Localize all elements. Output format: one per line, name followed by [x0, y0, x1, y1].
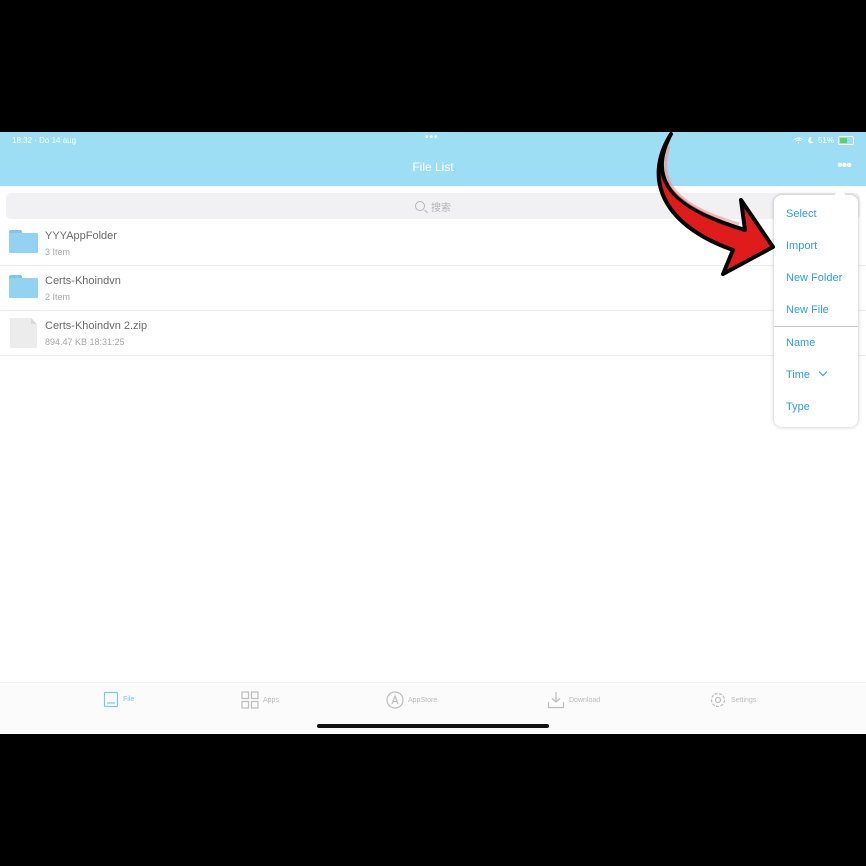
- appstore-icon: [386, 691, 404, 709]
- sort-by-name[interactable]: Name: [786, 337, 815, 349]
- chevron-down-icon: [818, 367, 828, 377]
- battery-icon: [838, 136, 854, 145]
- menu-item-new-folder[interactable]: New Folder: [786, 272, 842, 284]
- menu-item-import[interactable]: Import: [786, 240, 817, 252]
- item-meta: 3 Item: [45, 247, 71, 257]
- status-time: 18:32 · Do 14 aug: [12, 136, 77, 145]
- file-icon: [10, 318, 37, 348]
- item-name: Certs-Khoindvn 2.zip: [45, 320, 148, 332]
- more-options-button[interactable]: •••: [837, 158, 852, 174]
- gear-icon: [710, 692, 726, 708]
- search-placeholder: 搜索: [431, 202, 451, 214]
- tab-apps[interactable]: Apps: [241, 691, 279, 709]
- tab-label: File: [123, 696, 135, 703]
- search-icon: [415, 201, 425, 211]
- menu-divider: [774, 326, 858, 327]
- item-meta: 2 Item: [45, 292, 71, 302]
- item-name: YYYAppFolder: [45, 230, 117, 242]
- options-menu: Select Import New Folder New File Name T…: [774, 189, 858, 427]
- list-item[interactable]: Certs-Khoindvn 2.zip 894.47 KB 18:31:25: [0, 310, 866, 356]
- tab-label: AppStore: [408, 696, 438, 704]
- home-indicator[interactable]: [317, 724, 549, 728]
- app-screen: 18:32 · Do 14 aug ••• 51% File List ••• …: [0, 132, 866, 734]
- sort-by-time[interactable]: Time: [786, 367, 828, 381]
- multitask-dots[interactable]: •••: [425, 132, 439, 143]
- file-tab-icon: [103, 691, 119, 708]
- tab-label: Apps: [263, 696, 279, 704]
- tab-label: Settings: [731, 696, 757, 704]
- battery-percent: 51%: [817, 136, 834, 145]
- menu-item-select[interactable]: Select: [786, 208, 817, 220]
- folder-icon: [9, 230, 38, 253]
- item-name: Certs-Khoindvn: [45, 275, 121, 287]
- status-indicators: 51%: [794, 136, 854, 145]
- tab-file[interactable]: File: [103, 691, 134, 708]
- apps-grid-icon: [241, 691, 259, 709]
- red-arrow-annotation: [656, 132, 775, 276]
- moon-icon: [807, 137, 814, 144]
- sort-by-type[interactable]: Type: [786, 401, 810, 413]
- menu-item-new-file[interactable]: New File: [786, 304, 829, 316]
- tab-label: Download: [569, 696, 601, 704]
- folder-icon: [9, 275, 38, 298]
- tab-download[interactable]: Download: [547, 691, 600, 709]
- item-meta: 894.47 KB 18:31:25: [45, 337, 125, 347]
- download-icon: [547, 692, 565, 709]
- sort-time-label: Time: [786, 369, 811, 381]
- tab-appstore[interactable]: AppStore: [386, 691, 437, 709]
- tab-settings[interactable]: Settings: [709, 691, 756, 709]
- wifi-icon: [794, 137, 803, 144]
